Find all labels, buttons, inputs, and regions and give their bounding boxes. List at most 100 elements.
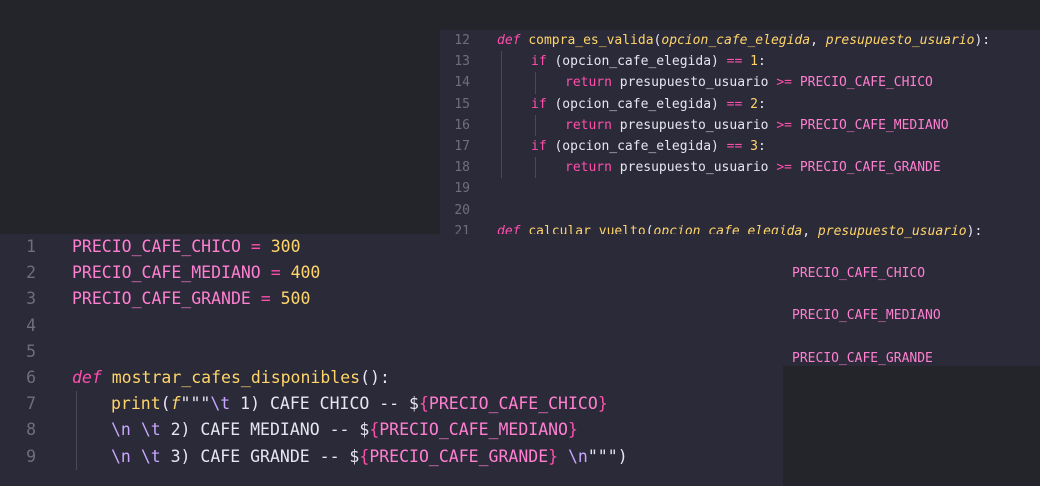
code-token: }	[597, 394, 608, 414]
code-token: 2	[750, 96, 758, 112]
code-text: return presupuesto_usuario >= PRECIO_CAF…	[565, 157, 941, 178]
code-token: def	[497, 33, 521, 48]
line-number: 18	[454, 160, 470, 176]
code-token: """	[587, 446, 618, 466]
code-line[interactable]: 3 PRECIO_CAFE_GRANDE = 500	[0, 286, 783, 312]
code-token: presupuesto_usuario	[825, 33, 975, 48]
line-number: 8	[26, 420, 36, 440]
code-token: {	[369, 420, 380, 440]
code-token: :	[757, 54, 766, 70]
code-token: ==	[726, 138, 743, 154]
code-line[interactable]: 16 return presupuesto_usuario >= PRECIO_C…	[440, 114, 1040, 136]
code-token: 1) CAFE CHICO -- $	[230, 394, 419, 414]
code-line[interactable]: 1 PRECIO_CAFE_CHICO = 300	[0, 234, 783, 260]
code-token: PRECIO_CAFE_MEDIANO	[379, 420, 568, 440]
code-line[interactable]: 17 if (opcion_cafe_elegida) == 3:	[440, 135, 1040, 158]
code-token: >=	[776, 160, 792, 176]
code-token: ):	[974, 33, 991, 48]
code-token: return	[565, 117, 612, 133]
code-token: >=	[776, 75, 792, 91]
code-token: \t	[140, 446, 161, 466]
indent-guide	[535, 157, 536, 179]
line-number: 5	[26, 341, 36, 361]
code-token: print	[111, 394, 161, 414]
code-token: \n	[568, 446, 588, 466]
code-line[interactable]: 4	[0, 313, 783, 339]
code-line[interactable]: 18 return presupuesto_usuario >= PRECIO_C…	[440, 157, 1040, 179]
line-number: 9	[26, 446, 36, 466]
code-token: return	[565, 160, 612, 176]
code-token: {	[359, 446, 370, 466]
code-line[interactable]: 8 \n \t 2) CAFE MEDIANO -- ${PRECIO_CAFE_…	[0, 417, 783, 444]
indent-guide	[501, 114, 502, 136]
code-token: ==	[726, 54, 743, 70]
code-line[interactable]: 9 \n \t 3) CAFE GRANDE -- ${PRECIO_CAFE_G…	[0, 443, 783, 470]
code-token: 300	[270, 237, 301, 256]
indent-guide	[501, 51, 502, 73]
line-number: 15	[454, 96, 470, 112]
code-token: PRECIO_CAFE_MEDIANO	[72, 263, 261, 283]
code-token: ,	[810, 33, 826, 48]
line-number: 4	[26, 315, 36, 335]
indent-guide	[501, 135, 502, 158]
code-token: if	[531, 54, 547, 70]
code-editor-left[interactable]: 1 PRECIO_CAFE_CHICO = 300 2 PRECIO_CAFE_MED…	[0, 234, 783, 486]
code-token: ==	[726, 96, 743, 112]
code-line[interactable]: 15 if (opcion_cafe_elegida) == 2:	[440, 93, 1040, 115]
code-token: (opcion_cafe_elegida)	[546, 138, 727, 154]
code-token: if	[531, 138, 547, 154]
code-line[interactable]: 2 PRECIO_CAFE_MEDIANO = 400	[0, 260, 783, 286]
code-line[interactable]: 19	[440, 178, 1040, 199]
code-line[interactable]: 5	[0, 339, 783, 365]
code-line[interactable]: 12 def compra_es_valida(opcion_cafe_elegi…	[440, 30, 1040, 51]
code-line[interactable]: 13 if (opcion_cafe_elegida) == 1:	[440, 51, 1040, 73]
code-token: PRECIO_CAFE_GRANDE	[369, 446, 549, 466]
code-token: }	[548, 446, 559, 466]
code-token: PRECIO_CAFE_CHICO	[72, 237, 241, 256]
code-token: (opcion_cafe_elegida)	[546, 54, 727, 70]
code-token: 1	[750, 54, 758, 70]
code-text: print(f"""\t 1) CAFE CHICO -- ${PRECIO_C…	[111, 391, 608, 417]
code-token: =	[260, 289, 271, 309]
code-token: PRECIO_CAFE_CHICO	[428, 394, 598, 414]
code-token: f	[170, 394, 181, 414]
code-token: )	[617, 446, 628, 466]
line-number: 3	[26, 289, 36, 309]
code-token: 3) CAFE GRANDE -- $	[160, 446, 360, 466]
line-number: 2	[26, 263, 36, 283]
code-token: compra_es_valida	[528, 33, 654, 48]
code-token: \n	[111, 446, 131, 466]
indent-guide	[76, 443, 77, 470]
code-token: PRECIO_CAFE_GRANDE	[72, 289, 251, 309]
code-line[interactable]: 6 def mostrar_cafes_disponibles():	[0, 365, 783, 391]
code-token: ):	[966, 223, 983, 239]
code-token: presupuesto_usuario	[611, 117, 777, 133]
code-token: =	[250, 237, 261, 256]
code-token: \n	[111, 420, 131, 440]
code-line[interactable]: 20	[440, 200, 1040, 221]
code-text: def mostrar_cafes_disponibles():	[72, 365, 390, 391]
code-line[interactable]: 7 print(f"""\t 1) CAFE CHICO -- ${PRECIO_…	[0, 391, 783, 418]
line-number: 20	[454, 202, 470, 218]
code-token: 3	[750, 138, 758, 154]
code-token: (opcion_cafe_elegida)	[546, 96, 727, 112]
indent-guide	[535, 72, 536, 94]
code-token: PRECIO_CAFE_MEDIANO	[799, 117, 949, 133]
indent-guide	[501, 72, 502, 94]
line-number: 14	[454, 75, 470, 91]
line-number: 6	[26, 367, 36, 387]
code-line[interactable]: 14 return presupuesto_usuario >= PRECIO_C…	[440, 72, 1040, 94]
